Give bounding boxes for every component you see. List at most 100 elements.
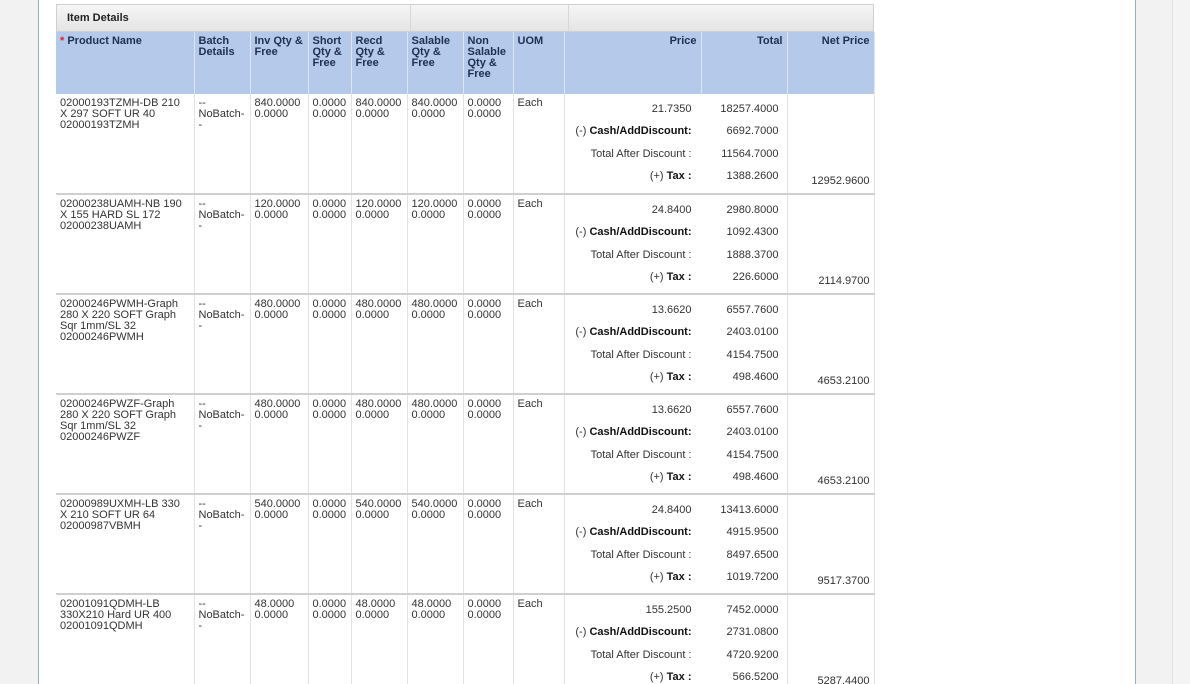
required-mark: * bbox=[60, 35, 65, 47]
discount-value: 6692.7000 bbox=[726, 125, 779, 138]
product-name-cell: 02000989UXMH-LB 330 X 210 SOFT UR 64 020… bbox=[56, 494, 195, 595]
tax-label: (+) Tax : bbox=[565, 372, 702, 383]
price-value: 24.8400 bbox=[651, 203, 692, 216]
col-net-price[interactable]: Net Price bbox=[787, 32, 875, 94]
uom-cell: Each bbox=[513, 494, 565, 595]
discount-label: (-) Cash/AddDiscount: bbox=[565, 427, 702, 438]
price-breakdown-cell: 24.8400 2980.8000 (-) Cash/AddDiscount: 10… bbox=[564, 194, 788, 295]
salable-qty-cell: 48.0000 0.0000 bbox=[407, 594, 464, 684]
discount-label: (-) Cash/AddDiscount: bbox=[565, 227, 702, 238]
tax-label: (+) Tax : bbox=[565, 572, 702, 583]
short-qty-cell: 0.0000 0.0000 bbox=[308, 494, 352, 595]
tax-value: 498.4600 bbox=[732, 471, 779, 484]
discount-label: (-) Cash/AddDiscount: bbox=[565, 627, 702, 638]
inv-qty-cell: 480.0000 0.0000 bbox=[250, 294, 309, 395]
header-group-2 bbox=[411, 5, 569, 31]
discount-label-text: Cash/AddDiscount: bbox=[589, 226, 692, 239]
table-row[interactable]: 02000238UAMH-NB 190 X 155 HARD SL 172 02… bbox=[56, 194, 875, 295]
tax-prefix: (+) bbox=[649, 471, 664, 484]
header-group-3 bbox=[569, 5, 873, 31]
after-discount-value: 4154.7500 bbox=[726, 348, 779, 361]
net-price-cell: 12952.9600 bbox=[787, 94, 875, 195]
total-value: 7452.0000 bbox=[726, 603, 779, 616]
discount-value: 4915.9500 bbox=[726, 526, 779, 539]
inv-qty-cell: 48.0000 0.0000 bbox=[250, 594, 309, 684]
col-uom[interactable]: UOM bbox=[513, 32, 565, 94]
col-salable-qty[interactable]: Salable Qty & Free bbox=[407, 32, 464, 94]
price-breakdown-cell: 155.2500 7452.0000 (-) Cash/AddDiscount: 2… bbox=[564, 594, 788, 684]
price-value: 155.2500 bbox=[645, 603, 692, 616]
discount-label: (-) Cash/AddDiscount: bbox=[565, 327, 702, 338]
salable-qty-cell: 840.0000 0.0000 bbox=[407, 94, 464, 195]
nonsalable-qty-cell: 0.0000 0.0000 bbox=[463, 494, 514, 595]
col-batch[interactable]: Batch Details bbox=[194, 32, 251, 94]
discount-value: 1092.4300 bbox=[726, 226, 779, 239]
uom-cell: Each bbox=[513, 594, 565, 684]
col-nonsalable-qty[interactable]: Non Salable Qty & Free bbox=[463, 32, 514, 94]
nonsalable-qty-cell: 0.0000 0.0000 bbox=[463, 94, 514, 195]
tax-value: 498.4600 bbox=[732, 371, 779, 384]
after-discount-value: 1888.3700 bbox=[726, 248, 779, 261]
total-value: 18257.4000 bbox=[720, 102, 779, 115]
batch-cell: -- NoBatch- - bbox=[194, 94, 251, 195]
tax-label-text: Tax : bbox=[666, 571, 692, 584]
price-breakdown-cell: 21.7350 18257.4000 (-) Cash/AddDiscount: 6… bbox=[564, 94, 788, 195]
recd-qty-cell: 120.0000 0.0000 bbox=[351, 194, 408, 295]
table-row[interactable]: 02001091QDMH-LB 330X210 Hard UR 400 0200… bbox=[56, 594, 875, 684]
col-product-label: Product Name bbox=[67, 35, 142, 47]
tax-value: 1388.2600 bbox=[726, 170, 779, 183]
after-discount-value: 8497.6500 bbox=[726, 548, 779, 561]
discount-label: (-) Cash/AddDiscount: bbox=[565, 126, 702, 137]
recd-qty-cell: 48.0000 0.0000 bbox=[351, 594, 408, 684]
col-product-name[interactable]: * Product Name bbox=[56, 32, 195, 94]
tax-prefix: (+) bbox=[649, 170, 664, 183]
net-price-cell: 4653.2100 bbox=[787, 294, 875, 395]
price-breakdown-cell: 13.6620 6557.7600 (-) Cash/AddDiscount: 24… bbox=[564, 294, 788, 395]
section-title: Item Details bbox=[57, 5, 412, 31]
total-value: 6557.7600 bbox=[726, 303, 779, 316]
discount-prefix: (-) bbox=[575, 526, 587, 539]
tax-label-text: Tax : bbox=[666, 170, 692, 183]
short-qty-cell: 0.0000 0.0000 bbox=[308, 294, 352, 395]
price-value: 24.8400 bbox=[651, 503, 692, 516]
tax-label-text: Tax : bbox=[666, 271, 692, 284]
tax-label-text: Tax : bbox=[666, 371, 692, 384]
table-row[interactable]: 02000246PWMH-Graph 280 X 220 SOFT Graph … bbox=[56, 294, 875, 395]
product-name-cell: 02000238UAMH-NB 190 X 155 HARD SL 172 02… bbox=[56, 194, 195, 295]
discount-label-text: Cash/AddDiscount: bbox=[589, 125, 692, 138]
table-row[interactable]: 02000193TZMH-DB 210 X 297 SOFT UR 40 020… bbox=[56, 94, 875, 195]
after-discount-label: Total After Discount : bbox=[590, 147, 692, 160]
salable-qty-cell: 540.0000 0.0000 bbox=[407, 494, 464, 595]
recd-qty-cell: 540.0000 0.0000 bbox=[351, 494, 408, 595]
price-value: 21.7350 bbox=[651, 102, 692, 115]
discount-label: (-) Cash/AddDiscount: bbox=[565, 527, 702, 538]
col-inv-qty[interactable]: Inv Qty & Free bbox=[250, 32, 309, 94]
total-value: 2980.8000 bbox=[726, 203, 779, 216]
discount-label-text: Cash/AddDiscount: bbox=[589, 526, 692, 539]
discount-value: 2731.0800 bbox=[726, 626, 779, 639]
batch-cell: -- NoBatch- - bbox=[194, 494, 251, 595]
short-qty-cell: 0.0000 0.0000 bbox=[308, 194, 352, 295]
discount-prefix: (-) bbox=[575, 226, 587, 239]
discount-value: 2403.0100 bbox=[726, 326, 779, 339]
col-recd-qty[interactable]: Recd Qty & Free bbox=[351, 32, 408, 94]
col-total[interactable]: Total bbox=[701, 32, 788, 94]
table-row[interactable]: 02000989UXMH-LB 330 X 210 SOFT UR 64 020… bbox=[56, 494, 875, 595]
net-price-cell: 2114.9700 bbox=[787, 194, 875, 295]
net-price-cell: 4653.2100 bbox=[787, 394, 875, 495]
table-row[interactable]: 02000246PWZF-Graph 280 X 220 SOFT Graph … bbox=[56, 394, 875, 495]
after-discount-label: Total After Discount : bbox=[590, 548, 692, 561]
inv-qty-cell: 840.0000 0.0000 bbox=[250, 94, 309, 195]
inv-qty-cell: 540.0000 0.0000 bbox=[250, 494, 309, 595]
tax-label: (+) Tax : bbox=[565, 272, 702, 283]
batch-cell: -- NoBatch- - bbox=[194, 194, 251, 295]
nonsalable-qty-cell: 0.0000 0.0000 bbox=[463, 594, 514, 684]
nonsalable-qty-cell: 0.0000 0.0000 bbox=[463, 194, 514, 295]
short-qty-cell: 0.0000 0.0000 bbox=[308, 594, 352, 684]
col-short-qty[interactable]: Short Qty & Free bbox=[308, 32, 352, 94]
tax-label-text: Tax : bbox=[666, 671, 692, 684]
col-price[interactable]: Price bbox=[564, 32, 702, 94]
salable-qty-cell: 120.0000 0.0000 bbox=[407, 194, 464, 295]
tax-prefix: (+) bbox=[649, 671, 664, 684]
item-details-grid: Item Details * Product Name Batch Detail… bbox=[56, 4, 875, 684]
